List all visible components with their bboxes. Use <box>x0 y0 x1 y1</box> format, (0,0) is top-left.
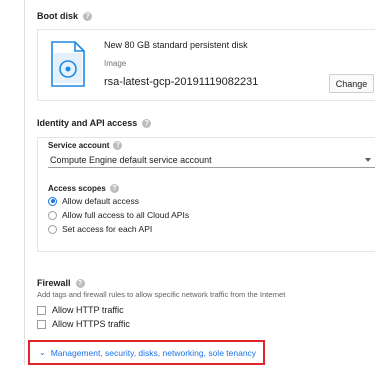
firewall-title: Firewall ? <box>37 278 85 288</box>
scope-option-label: Allow default access <box>62 196 140 206</box>
left-divider <box>24 0 25 365</box>
management-link-label: Management, security, disks, networking,… <box>50 347 257 358</box>
scope-option-full[interactable]: Allow full access to all Cloud APIs <box>48 210 189 220</box>
checkbox-icon[interactable] <box>37 305 46 315</box>
service-account-card: Service account ? Compute Engine default… <box>37 137 375 252</box>
identity-label: Identity and API access <box>37 118 138 128</box>
service-account-label: Service account ? <box>48 141 123 150</box>
change-button[interactable]: Change <box>329 74 374 93</box>
firewall-label: Firewall <box>37 278 71 288</box>
allow-http-checkbox-row[interactable]: Allow HTTP traffic <box>37 305 124 315</box>
boot-disk-title: Boot disk ? <box>37 11 93 21</box>
help-icon[interactable]: ? <box>113 141 123 150</box>
service-account-label-text: Service account <box>48 141 110 150</box>
scope-option-default[interactable]: Allow default access <box>48 196 139 206</box>
access-scopes-label-text: Access scopes <box>48 184 106 193</box>
allow-https-label: Allow HTTPS traffic <box>52 319 130 329</box>
boot-disk-label: Boot disk <box>37 11 79 21</box>
help-icon[interactable]: ? <box>142 118 152 128</box>
radio-selected-icon[interactable] <box>48 196 57 206</box>
disk-image-name: rsa-latest-gcp-20191119082231 <box>104 76 259 88</box>
service-account-value: Compute Engine default service account <box>50 155 212 165</box>
firewall-description: Add tags and firewall rules to allow spe… <box>37 290 286 299</box>
radio-icon[interactable] <box>48 210 57 220</box>
double-chevron-down-icon: ⌄ <box>39 348 46 357</box>
help-icon[interactable]: ? <box>83 11 93 21</box>
scope-option-label: Allow full access to all Cloud APIs <box>62 210 190 220</box>
disk-image-icon <box>51 41 85 87</box>
scope-option-each-api[interactable]: Set access for each API <box>48 224 152 234</box>
checkbox-icon[interactable] <box>37 319 46 329</box>
help-icon[interactable]: ? <box>109 184 119 193</box>
disk-type-label: Image <box>104 59 127 68</box>
allow-http-label: Allow HTTP traffic <box>52 305 124 315</box>
disk-name: New 80 GB standard persistent disk <box>104 40 248 50</box>
identity-title: Identity and API access ? <box>37 118 152 128</box>
allow-https-checkbox-row[interactable]: Allow HTTPS traffic <box>37 319 130 329</box>
boot-disk-card: New 80 GB standard persistent disk Image… <box>37 29 375 101</box>
radio-icon[interactable] <box>48 224 57 234</box>
help-icon[interactable]: ? <box>75 278 85 288</box>
access-scopes-label: Access scopes ? <box>48 184 119 193</box>
chevron-down-icon <box>365 158 371 162</box>
service-account-select[interactable]: Compute Engine default service account <box>48 153 375 168</box>
management-expand-link[interactable]: ⌄ Management, security, disks, networkin… <box>28 340 265 365</box>
scope-option-label: Set access for each API <box>62 224 153 234</box>
